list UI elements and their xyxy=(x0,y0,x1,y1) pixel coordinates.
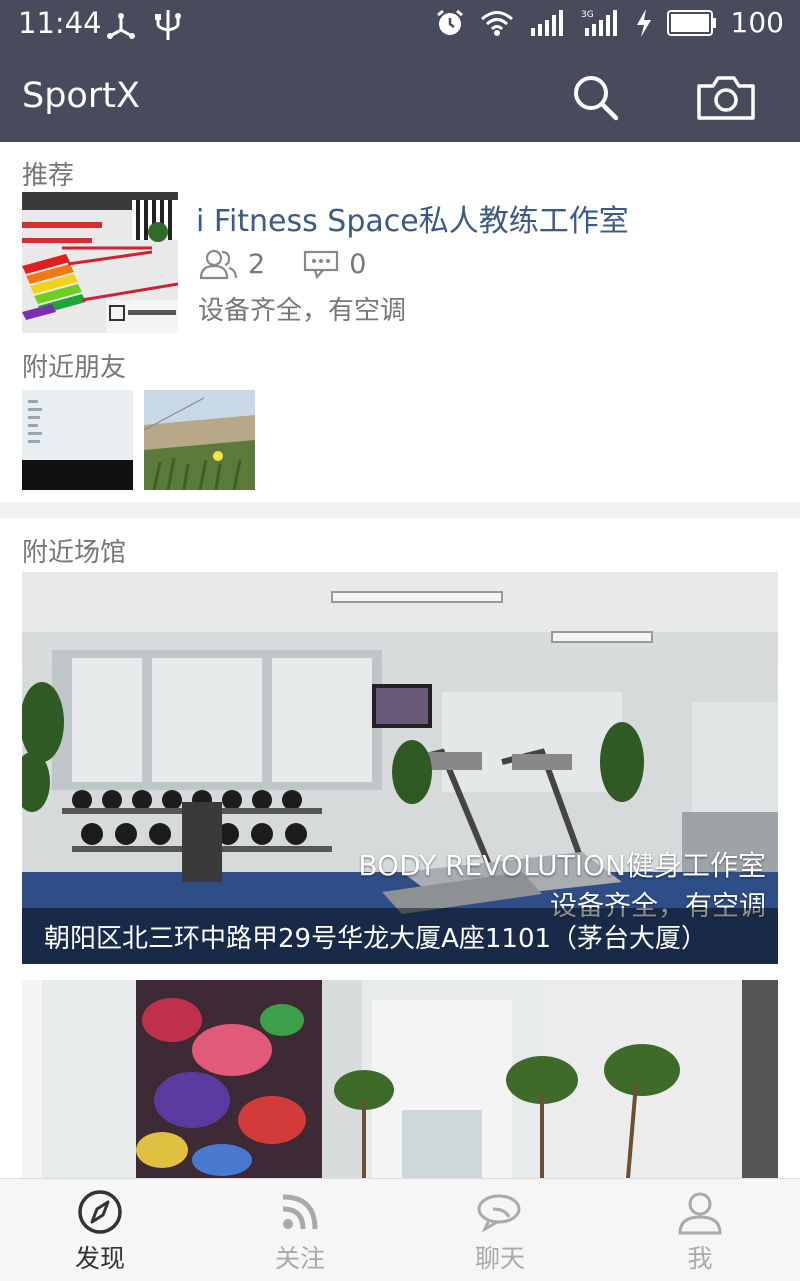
venue-address: 朝阳区北三环中路甲29号华龙大厦A座1101（茅台大厦） xyxy=(44,924,708,954)
comments-count: 0 xyxy=(349,248,367,280)
nav-tab-follow[interactable]: 关注 xyxy=(200,1179,400,1281)
nav-tab-me[interactable]: 我 xyxy=(600,1179,800,1281)
nav-tab-discover[interactable]: 发现 xyxy=(0,1179,200,1281)
recommended-venue-thumbnail[interactable] xyxy=(22,192,178,333)
comments-icon xyxy=(304,250,339,279)
venue-photo-image xyxy=(22,980,778,1178)
friend-avatar[interactable] xyxy=(22,390,133,490)
status-time: 11:44 xyxy=(18,6,102,40)
venue-card[interactable]: BODY REVOLUTION健身工作室 设备齐全，有空调 朝阳区北三环中路甲2… xyxy=(22,572,778,964)
section-divider xyxy=(0,502,800,518)
svg-text:3G: 3G xyxy=(581,10,594,20)
venue-name: BODY REVOLUTION健身工作室 xyxy=(358,849,766,882)
friend-photo-image xyxy=(144,390,255,490)
nav-label: 发现 xyxy=(74,1244,125,1273)
app-title: SportX xyxy=(22,76,140,116)
chat-icon xyxy=(477,1194,521,1233)
camera-button[interactable] xyxy=(694,68,758,126)
top-bar: 11:44 3G 100 SportX xyxy=(0,0,800,142)
status-right-icons: 3G 100 xyxy=(435,6,784,39)
venue-card[interactable] xyxy=(22,980,778,1178)
nav-tab-chat[interactable]: 聊天 xyxy=(400,1179,600,1281)
venue-address-bar: 朝阳区北三环中路甲29号华龙大厦A座1101（茅台大厦） xyxy=(22,908,778,964)
nav-label: 关注 xyxy=(274,1244,325,1273)
recommended-venue-stats: 2 0 xyxy=(198,248,366,280)
wifi-icon xyxy=(480,10,513,36)
battery-icon xyxy=(666,9,716,36)
recommended-venue-description: 设备齐全，有空调 xyxy=(198,296,407,326)
usb-plug-icon xyxy=(155,10,181,40)
bottom-navigation: 发现 关注 聊天 我 xyxy=(0,1178,800,1281)
search-icon xyxy=(574,76,619,121)
person-icon xyxy=(678,1192,722,1235)
nav-label: 我 xyxy=(687,1244,713,1273)
signal-icon xyxy=(530,9,563,36)
3g-signal-icon: 3G xyxy=(581,9,617,36)
battery-level: 100 xyxy=(730,6,784,39)
search-button[interactable] xyxy=(563,68,627,126)
section-label-nearby-venues: 附近场馆 xyxy=(22,538,127,568)
status-left-icons xyxy=(104,8,182,42)
section-label-nearby-friends: 附近朋友 xyxy=(22,353,127,383)
members-icon xyxy=(199,249,238,280)
rss-icon xyxy=(282,1194,318,1230)
members-count: 2 xyxy=(248,248,266,280)
venue-photo-image xyxy=(22,192,178,333)
recommended-venue-title[interactable]: i Fitness Space私人教练工作室 xyxy=(196,196,629,240)
alarm-icon xyxy=(436,9,463,35)
friend-avatar[interactable] xyxy=(144,390,255,490)
section-label-recommended: 推荐 xyxy=(22,161,75,191)
status-bar: 11:44 3G 100 xyxy=(0,0,800,52)
camera-icon xyxy=(697,76,755,120)
nav-label: 聊天 xyxy=(474,1244,525,1273)
charging-icon xyxy=(636,8,651,37)
friend-photo-image xyxy=(22,390,133,490)
usb-icon xyxy=(107,13,135,39)
compass-icon xyxy=(78,1190,122,1234)
